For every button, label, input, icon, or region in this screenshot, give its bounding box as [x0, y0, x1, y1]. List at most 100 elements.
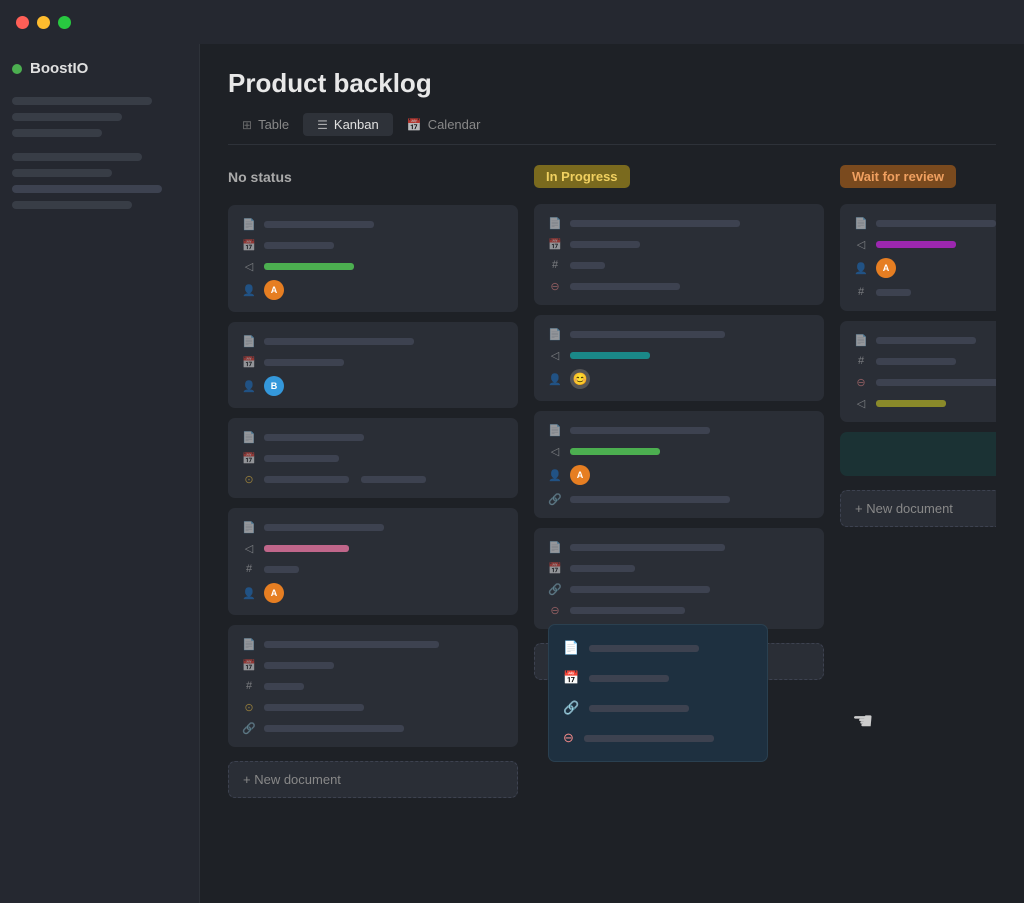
card-wr-2-title [876, 337, 976, 344]
card-ip-3[interactable]: 📄 ◁ 👤 A 🔗 [534, 411, 824, 518]
card-ns-4-avatar: A [264, 583, 284, 603]
dropdown-doc-icon: 📄 [563, 640, 579, 656]
minimize-button[interactable] [37, 16, 50, 29]
card-ip-1[interactable]: 📄 📅 # ⊖ [534, 204, 824, 305]
card-ns-3-field1 [264, 476, 349, 483]
sidebar-item-1[interactable] [12, 153, 142, 161]
doc-icon-wr2: 📄 [854, 333, 868, 347]
sidebar-item-3[interactable] [12, 185, 162, 193]
card-ns-3[interactable]: 📄 📅 ⊙ [228, 418, 518, 498]
card-ns-1-row2: 📅 [242, 238, 504, 252]
card-ip-3-link [570, 496, 730, 503]
card-ns-4-row3: # [242, 562, 504, 576]
new-doc-button-col1[interactable]: + New document [228, 761, 518, 798]
card-wr-1-row2: ◁ [854, 237, 996, 251]
hash-icon: # [242, 562, 256, 576]
dropdown-item-status[interactable]: ⊖ [549, 723, 767, 753]
tab-kanban[interactable]: ☰ Kanban [303, 113, 393, 136]
doc-icon-4: 📄 [242, 520, 256, 534]
card-ns-2-row1: 📄 [242, 334, 504, 348]
doc-icon-2: 📄 [242, 334, 256, 348]
card-ns-2[interactable]: 📄 📅 👤 B [228, 322, 518, 408]
dropdown-item-date[interactable]: 📅 [549, 663, 767, 693]
card-ns-1-title [264, 221, 374, 228]
card-ip-4-row2: 📅 [548, 561, 810, 575]
column-wait-review: Wait for review 📄 ◁ 👤 A [840, 165, 996, 896]
new-dropdown-popup: 📄 📅 🔗 ⊖ [548, 624, 768, 762]
date-icon-ip1: 📅 [548, 237, 562, 251]
card-ip-2[interactable]: 📄 ◁ 👤 😊 [534, 315, 824, 401]
card-ns-2-date [264, 359, 344, 366]
column-no-status-label: No status [228, 165, 304, 189]
person-icon-ip2: 👤 [548, 372, 562, 386]
card-ns-2-row3: 👤 B [242, 376, 504, 396]
close-button[interactable] [16, 16, 29, 29]
card-ip-4-row4: ⊖ [548, 603, 810, 617]
card-ip-3-title [570, 427, 710, 434]
card-wr-1-row1: 📄 [854, 216, 996, 230]
card-wr-highlight [840, 432, 996, 476]
tag-icon-ip3: ◁ [548, 444, 562, 458]
date-icon-3: 📅 [242, 451, 256, 465]
card-wr-1-avatar: A [876, 258, 896, 278]
card-ip-3-row2: ◁ [548, 444, 810, 458]
doc-icon-ip4: 📄 [548, 540, 562, 554]
card-wr-1-title [876, 220, 996, 227]
maximize-button[interactable] [58, 16, 71, 29]
dropdown-item-link[interactable]: 🔗 [549, 693, 767, 723]
page-title: Product backlog [228, 68, 996, 99]
card-ip-4-row3: 🔗 [548, 582, 810, 596]
card-ns-4-row4: 👤 A [242, 583, 504, 603]
hash-icon-ip1: # [548, 258, 562, 272]
card-ns-1-date [264, 242, 334, 249]
card-ip-3-row4: 🔗 [548, 492, 810, 506]
sidebar-bar-2 [12, 113, 122, 121]
card-ns-5-row4: ⊙ [242, 700, 504, 714]
card-ns-1-row3: ◁ [242, 259, 504, 273]
doc-icon: 📄 [242, 217, 256, 231]
app-layout: BoostIO Product backlog ⊞ Table ☰ Kanban [0, 44, 1024, 903]
card-wr-2-row4: ◁ [854, 396, 996, 410]
card-ip-3-row3: 👤 A [548, 465, 810, 485]
sidebar-item-4[interactable] [12, 201, 132, 209]
card-ns-4-row1: 📄 [242, 520, 504, 534]
card-ns-3-title [264, 434, 364, 441]
column-in-progress-header: In Progress [534, 165, 824, 188]
card-wr-2[interactable]: 📄 # ⊖ ◁ [840, 321, 996, 422]
card-ns-3-row3: ⊙ [242, 472, 504, 486]
warn-icon-5: ⊙ [242, 700, 256, 714]
sidebar-item-2[interactable] [12, 169, 112, 177]
sidebar-app-name: BoostIO [30, 60, 88, 77]
hash-icon-wr2: # [854, 354, 868, 368]
new-doc-button-col3[interactable]: + New document [840, 490, 996, 527]
tab-table-label: Table [258, 117, 289, 132]
card-ip-4[interactable]: 📄 📅 🔗 ⊖ [534, 528, 824, 629]
tag-icon: ◁ [242, 259, 256, 273]
dropdown-link-label [589, 705, 689, 712]
card-ip-1-row2: 📅 [548, 237, 810, 251]
tab-table[interactable]: ⊞ Table [228, 113, 303, 136]
card-ns-1-tag [264, 263, 354, 270]
sidebar-logo[interactable]: BoostIO [12, 60, 187, 77]
dropdown-item-doc[interactable]: 📄 [549, 633, 767, 663]
card-wr-2-tag [876, 400, 946, 407]
card-ns-4-num [264, 566, 299, 573]
card-ns-3-row1: 📄 [242, 430, 504, 444]
card-ns-5-date [264, 662, 334, 669]
card-ip-4-status [570, 607, 685, 614]
card-ns-4-row2: ◁ [242, 541, 504, 555]
column-in-progress-label: In Progress [534, 165, 630, 188]
card-wr-1[interactable]: 📄 ◁ 👤 A # [840, 204, 996, 311]
tab-calendar[interactable]: 📅 Calendar [393, 113, 495, 136]
card-ns-4[interactable]: 📄 ◁ # 👤 A [228, 508, 518, 615]
card-ip-1-date [570, 241, 640, 248]
dropdown-doc-label [589, 645, 699, 652]
tag-icon-ip2: ◁ [548, 348, 562, 362]
card-wr-1-row3: 👤 A [854, 258, 996, 278]
tab-kanban-label: Kanban [334, 117, 379, 132]
card-ns-5[interactable]: 📄 📅 # ⊙ 🔗 [228, 625, 518, 747]
dropdown-date-icon: 📅 [563, 670, 579, 686]
card-ip-1-row3: # [548, 258, 810, 272]
card-ns-1[interactable]: 📄 📅 ◁ 👤 A [228, 205, 518, 312]
dropdown-date-label [589, 675, 669, 682]
